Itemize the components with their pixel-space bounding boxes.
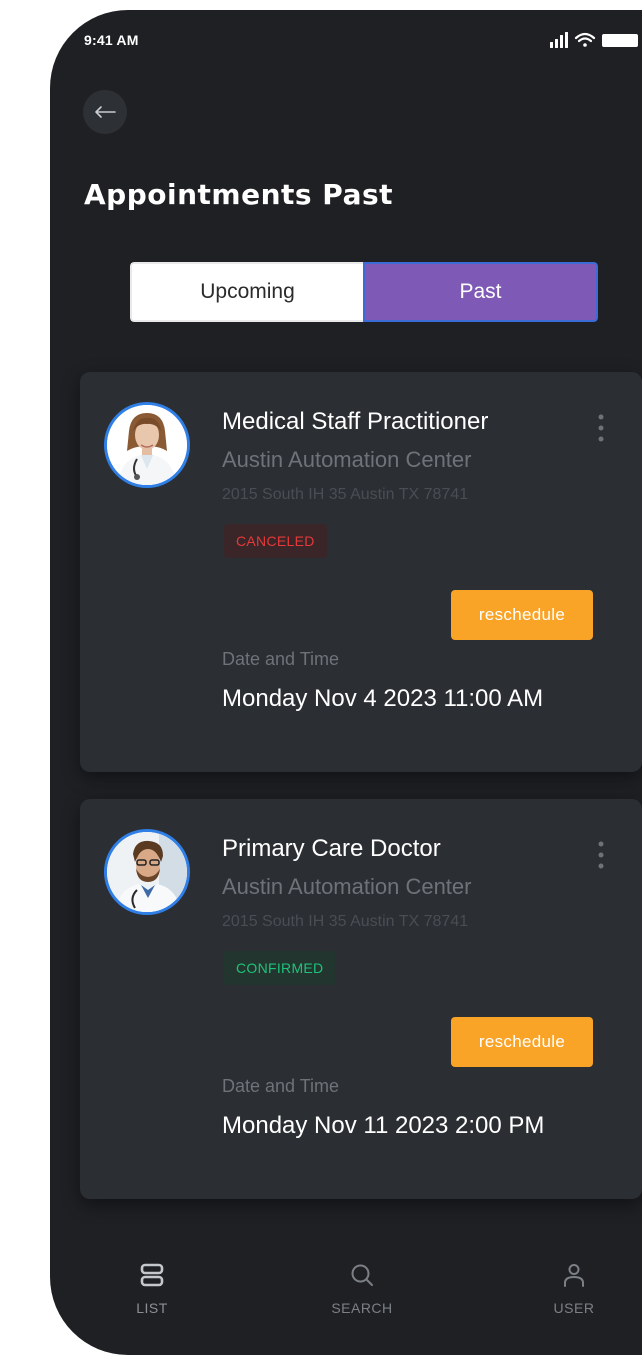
appointment-address: 2015 South IH 35 Austin TX 78741 (222, 913, 469, 930)
status-badge: CONFIRMED (224, 951, 336, 985)
wifi-icon (574, 32, 596, 47)
status-badge: CANCELED (224, 524, 327, 558)
datetime-label: Date and Time (222, 649, 340, 669)
appointment-title: Medical Staff Practitioner (222, 408, 489, 435)
segment-past[interactable]: Past (363, 262, 598, 322)
tab-user[interactable]: USER (524, 1262, 624, 1316)
avatar (104, 402, 190, 488)
appointment-card[interactable]: Medical Staff Practitioner Austin Automa… (80, 372, 642, 772)
tab-label: LIST (136, 1300, 168, 1316)
doctor-female-avatar-icon (107, 405, 187, 485)
more-vertical-icon[interactable] (595, 412, 607, 444)
bottom-tab-bar: LIST SEARCH USER (50, 1250, 642, 1355)
phone-screen: 9:41 AM Appointments Past Upcoming Past (50, 10, 642, 1355)
reschedule-button[interactable]: reschedule (451, 1017, 593, 1067)
reschedule-button[interactable]: reschedule (451, 590, 593, 640)
more-vertical-icon[interactable] (595, 839, 607, 871)
appointment-location: Austin Automation Center (222, 874, 472, 899)
datetime-value: Monday Nov 4 2023 11:00 AM (222, 685, 544, 712)
tab-label: USER (553, 1300, 595, 1316)
battery-icon (602, 34, 638, 47)
status-icons (550, 32, 638, 48)
arrow-left-icon (95, 106, 116, 118)
search-icon (351, 1264, 373, 1286)
segmented-control: Upcoming Past (130, 262, 598, 322)
appointment-title: Primary Care Doctor (222, 835, 441, 862)
signal-icon (550, 32, 568, 48)
tab-search[interactable]: SEARCH (312, 1262, 412, 1316)
user-icon (564, 1264, 584, 1287)
back-button[interactable] (83, 90, 127, 134)
doctor-male-avatar-icon (107, 832, 187, 912)
page-title: Appointments Past (84, 178, 394, 211)
appointment-location: Austin Automation Center (222, 447, 472, 472)
datetime-value: Monday Nov 11 2023 2:00 PM (222, 1112, 545, 1139)
status-time: 9:41 AM (84, 32, 139, 48)
datetime-label: Date and Time (222, 1076, 340, 1096)
tab-label: SEARCH (331, 1300, 393, 1316)
appointment-card[interactable]: Primary Care Doctor Austin Automation Ce… (80, 799, 642, 1199)
avatar (104, 829, 190, 915)
list-icon (140, 1263, 164, 1287)
appointment-address: 2015 South IH 35 Austin TX 78741 (222, 486, 469, 503)
tab-list[interactable]: LIST (102, 1262, 202, 1316)
segment-upcoming[interactable]: Upcoming (130, 262, 363, 322)
